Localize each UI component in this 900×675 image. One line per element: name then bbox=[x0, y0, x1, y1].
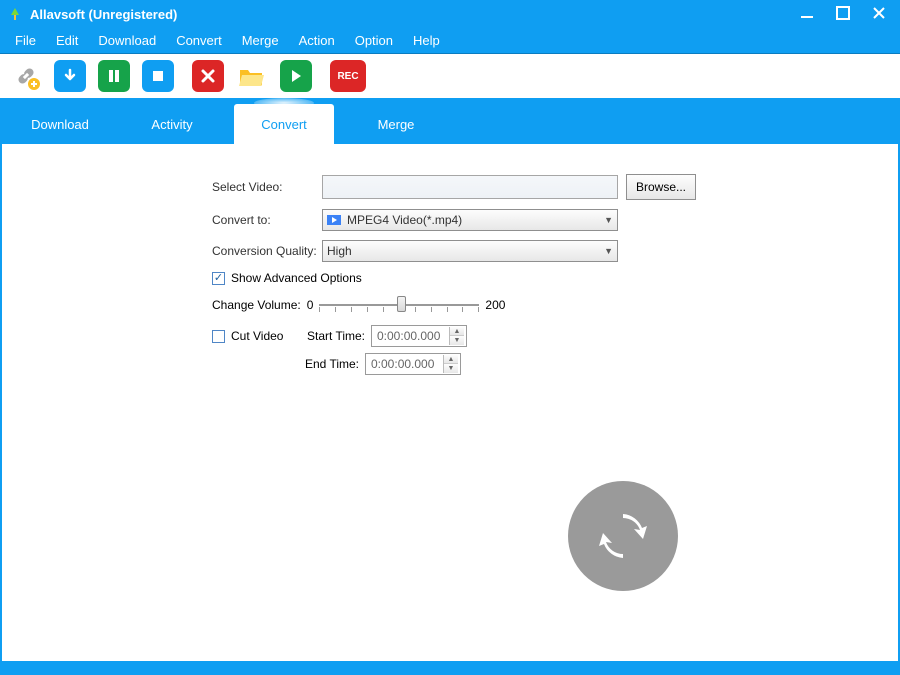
menu-merge[interactable]: Merge bbox=[233, 29, 288, 52]
change-volume-label: Change Volume: bbox=[212, 298, 301, 312]
convert-start-button[interactable] bbox=[568, 481, 678, 591]
show-advanced-label: Show Advanced Options bbox=[231, 271, 362, 285]
download-arrow-button[interactable] bbox=[54, 60, 86, 92]
spinner-down-icon[interactable]: ▼ bbox=[450, 336, 464, 345]
end-time-value: 0:00:00.000 bbox=[371, 357, 434, 371]
tab-merge-label: Merge bbox=[378, 117, 415, 132]
paste-url-button[interactable] bbox=[10, 60, 42, 92]
app-icon bbox=[8, 7, 22, 21]
window-title: Allavsoft (Unregistered) bbox=[30, 7, 800, 22]
tab-activity[interactable]: Activity bbox=[122, 104, 222, 144]
quality-label: Conversion Quality: bbox=[212, 244, 322, 258]
tab-strip: Download Activity Convert Merge bbox=[0, 100, 900, 144]
convert-to-label: Convert to: bbox=[212, 213, 322, 227]
quality-value: High bbox=[327, 244, 352, 258]
spinner-down-icon[interactable]: ▼ bbox=[444, 364, 458, 373]
quality-select[interactable]: High ▼ bbox=[322, 240, 618, 262]
start-time-value: 0:00:00.000 bbox=[377, 329, 440, 343]
tab-convert[interactable]: Convert bbox=[234, 104, 334, 144]
volume-slider[interactable] bbox=[319, 295, 479, 315]
maximize-button[interactable] bbox=[836, 6, 850, 23]
open-folder-button[interactable] bbox=[236, 60, 268, 92]
menu-convert[interactable]: Convert bbox=[167, 29, 231, 52]
tab-merge[interactable]: Merge bbox=[346, 104, 446, 144]
browse-button[interactable]: Browse... bbox=[626, 174, 696, 200]
chevron-down-icon: ▼ bbox=[604, 215, 613, 225]
menu-option[interactable]: Option bbox=[346, 29, 402, 52]
select-video-label: Select Video: bbox=[212, 180, 322, 194]
pause-button[interactable] bbox=[98, 60, 130, 92]
volume-min: 0 bbox=[307, 298, 314, 312]
toolbar: REC bbox=[0, 54, 900, 100]
convert-to-select[interactable]: MPEG4 Video(*.mp4) ▼ bbox=[322, 209, 618, 231]
cut-video-checkbox[interactable] bbox=[212, 330, 225, 343]
tab-download[interactable]: Download bbox=[10, 104, 110, 144]
menu-file[interactable]: File bbox=[6, 29, 45, 52]
window-controls bbox=[800, 6, 892, 23]
menu-action[interactable]: Action bbox=[290, 29, 344, 52]
menu-download[interactable]: Download bbox=[89, 29, 165, 52]
record-button[interactable]: REC bbox=[330, 60, 366, 92]
convert-to-value: MPEG4 Video(*.mp4) bbox=[347, 213, 462, 227]
minimize-button[interactable] bbox=[800, 6, 814, 23]
tab-download-label: Download bbox=[31, 117, 89, 132]
spinner-up-icon[interactable]: ▲ bbox=[450, 327, 464, 336]
spinner-up-icon[interactable]: ▲ bbox=[444, 355, 458, 364]
menu-bar: File Edit Download Convert Merge Action … bbox=[0, 28, 900, 54]
select-video-input[interactable] bbox=[322, 175, 618, 199]
tab-activity-label: Activity bbox=[151, 117, 192, 132]
close-button[interactable] bbox=[872, 6, 886, 23]
menu-edit[interactable]: Edit bbox=[47, 29, 87, 52]
convert-form: Select Video: Browse... Convert to: MPEG… bbox=[212, 174, 878, 375]
content-area: Select Video: Browse... Convert to: MPEG… bbox=[0, 144, 900, 663]
video-format-icon bbox=[327, 214, 341, 226]
cut-video-label: Cut Video bbox=[231, 329, 301, 343]
menu-help[interactable]: Help bbox=[404, 29, 449, 52]
delete-button[interactable] bbox=[192, 60, 224, 92]
slider-thumb[interactable] bbox=[397, 296, 406, 312]
chevron-down-icon: ▼ bbox=[604, 246, 613, 256]
volume-max: 200 bbox=[485, 298, 505, 312]
play-button[interactable] bbox=[280, 60, 312, 92]
footer-bar bbox=[0, 663, 900, 675]
refresh-icon bbox=[595, 508, 651, 564]
start-time-label: Start Time: bbox=[301, 329, 365, 343]
tab-convert-label: Convert bbox=[261, 117, 307, 132]
end-time-label: End Time: bbox=[295, 357, 359, 371]
start-time-input[interactable]: 0:00:00.000 ▲▼ bbox=[371, 325, 467, 347]
end-time-input[interactable]: 0:00:00.000 ▲▼ bbox=[365, 353, 461, 375]
title-bar: Allavsoft (Unregistered) bbox=[0, 0, 900, 28]
stop-button[interactable] bbox=[142, 60, 174, 92]
show-advanced-checkbox[interactable] bbox=[212, 272, 225, 285]
